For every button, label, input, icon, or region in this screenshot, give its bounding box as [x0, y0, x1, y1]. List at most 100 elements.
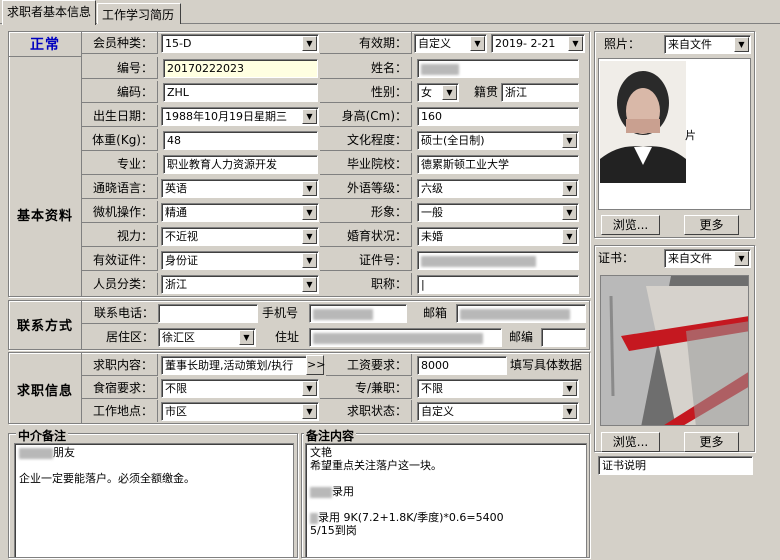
job-content-label: 求职内容： — [82, 354, 158, 376]
certificate-source-select[interactable]: 来自文件 ▼ — [664, 249, 751, 268]
gender-label: 性别： — [320, 81, 412, 103]
validity-type-select[interactable]: 自定义 ▼ — [414, 34, 487, 53]
phone-field[interactable] — [158, 304, 258, 323]
work-place-select[interactable]: 市区 ▼ — [161, 402, 319, 421]
certificate-label: 证书： — [598, 251, 635, 265]
marital-label: 婚育状况： — [320, 225, 412, 247]
fulltime-select[interactable]: 不限 ▼ — [417, 379, 579, 398]
photo-browse-button[interactable]: 浏览... — [601, 215, 660, 235]
chevron-down-icon: ▼ — [470, 36, 485, 51]
major-field[interactable]: 职业教育人力资源开发 — [163, 155, 318, 174]
category-label: 人员分类： — [82, 273, 158, 295]
chevron-down-icon: ▼ — [562, 133, 577, 148]
id-label: 编号： — [82, 57, 158, 79]
certificate-image — [601, 276, 748, 425]
email-field[interactable] — [456, 304, 586, 323]
chevron-down-icon: ▼ — [562, 381, 577, 396]
validity-date-picker[interactable]: 2019- 2-21 ▼ — [491, 34, 585, 53]
agency-notes-textarea[interactable]: 朋友 企业一定要能落户。必须全额缴金。 — [14, 443, 294, 558]
chevron-down-icon: ▼ — [302, 381, 317, 396]
height-label: 身高(Cm)： — [320, 105, 412, 127]
gender-select[interactable]: 女 ▼ — [417, 83, 459, 102]
origin-field[interactable]: 浙江 — [501, 83, 579, 102]
chevron-down-icon: ▼ — [302, 109, 317, 124]
address-label: 住址 — [275, 330, 300, 344]
section-contact-title: 联系方式 — [16, 319, 73, 334]
name-label: 姓名： — [320, 57, 412, 79]
language-select[interactable]: 英语 ▼ — [161, 179, 319, 198]
job-content-field[interactable]: 董事长助理,活动策划/执行 — [161, 356, 307, 375]
title-label: 职称： — [320, 273, 412, 295]
profile-photo — [600, 61, 686, 183]
residence-area-select[interactable]: 徐汇区 ▼ — [158, 328, 256, 347]
salary-hint: 填写具体数据 — [510, 358, 583, 372]
remarks-title: 备注内容 — [304, 427, 357, 444]
marital-select[interactable]: 未婚 ▼ — [417, 227, 579, 246]
chevron-down-icon: ▼ — [562, 205, 577, 220]
salary-field[interactable]: 8000 — [417, 356, 507, 375]
chevron-down-icon: ▼ — [302, 404, 317, 419]
category-select[interactable]: 浙江 ▼ — [161, 275, 319, 294]
certificate-frame — [600, 275, 749, 426]
code-field[interactable]: ZHL — [163, 83, 318, 102]
id-field[interactable]: 20170222023 — [163, 59, 318, 78]
email-label: 邮箱 — [423, 306, 448, 320]
chevron-down-icon: ▼ — [302, 229, 317, 244]
board-select[interactable]: 不限 ▼ — [161, 379, 319, 398]
weight-field[interactable]: 48 — [163, 131, 318, 150]
mobile-field[interactable] — [309, 304, 407, 323]
weight-label: 体重(Kg)： — [82, 129, 158, 151]
tab-bar: 求职者基本信息 工作学习简历 — [0, 0, 780, 25]
validity-label: 有效期： — [320, 32, 412, 54]
photo-label: 照片： — [604, 37, 641, 51]
language-level-select[interactable]: 六级 ▼ — [417, 179, 579, 198]
chevron-down-icon: ▼ — [442, 85, 457, 100]
id-number-field[interactable] — [417, 251, 579, 270]
vision-select[interactable]: 不近视 ▼ — [161, 227, 319, 246]
salary-label: 工资要求： — [326, 354, 412, 376]
id-type-select[interactable]: 身份证 ▼ — [161, 251, 319, 270]
certificate-description-field[interactable]: 证书说明 — [598, 456, 753, 475]
tab-resume[interactable]: 工作学习简历 — [97, 3, 181, 24]
school-field[interactable]: 德累斯顿工业大学 — [417, 155, 579, 174]
title-field[interactable]: | — [417, 275, 579, 294]
work-place-label: 工作地点： — [82, 400, 158, 422]
phone-label: 联系电话： — [82, 302, 158, 324]
job-state-label: 求职状态： — [320, 400, 412, 422]
computer-skill-select[interactable]: 精通 ▼ — [161, 203, 319, 222]
zip-field[interactable] — [541, 328, 586, 347]
remarks-textarea[interactable]: 文艳 希望重点关注落户这一块。 录用 录用 9K(7.2+1.8K/季度)*0.… — [305, 443, 587, 558]
appearance-select[interactable]: 一般 ▼ — [417, 203, 579, 222]
computer-skill-label: 微机操作： — [82, 201, 158, 223]
chevron-down-icon: ▼ — [562, 404, 577, 419]
id-number-label: 证件号： — [320, 249, 412, 271]
tab-basic-info[interactable]: 求职者基本信息 — [2, 0, 96, 25]
certificate-more-button[interactable]: 更多 — [684, 432, 739, 452]
birth-date-picker[interactable]: 1988年10月19日星期三 ▼ — [161, 107, 319, 126]
education-label: 文化程度： — [320, 129, 412, 151]
chevron-down-icon: ▼ — [302, 205, 317, 220]
fulltime-label: 专/兼职： — [320, 377, 412, 399]
photo-more-button[interactable]: 更多 — [684, 215, 739, 235]
chevron-down-icon: ▼ — [562, 229, 577, 244]
name-field[interactable] — [417, 59, 579, 78]
height-field[interactable]: 160 — [417, 107, 579, 126]
photo-source-select[interactable]: 来自文件 ▼ — [664, 35, 751, 54]
chevron-down-icon: ▼ — [562, 181, 577, 196]
agency-notes-title: 中介备注 — [16, 427, 69, 444]
origin-label: 籍贯 — [474, 85, 499, 99]
chevron-down-icon: ▼ — [302, 253, 317, 268]
birth-label: 出生日期： — [82, 105, 158, 127]
certificate-browse-button[interactable]: 浏览... — [601, 432, 660, 452]
job-state-select[interactable]: 自定义 ▼ — [417, 402, 579, 421]
section-job-title: 求职信息 — [16, 384, 73, 399]
chevron-down-icon: ▼ — [239, 330, 254, 345]
section-basic-title: 基本资料 — [16, 209, 73, 224]
photo-suffix-text: 片 — [685, 129, 696, 142]
chevron-down-icon: ▼ — [734, 37, 749, 52]
address-field[interactable] — [309, 328, 502, 347]
member-type-select[interactable]: 15-D ▼ — [161, 34, 319, 53]
education-select[interactable]: 硕士(全日制) ▼ — [417, 131, 579, 150]
job-content-more-button[interactable]: >> — [306, 355, 325, 375]
language-level-label: 外语等级： — [320, 177, 412, 199]
